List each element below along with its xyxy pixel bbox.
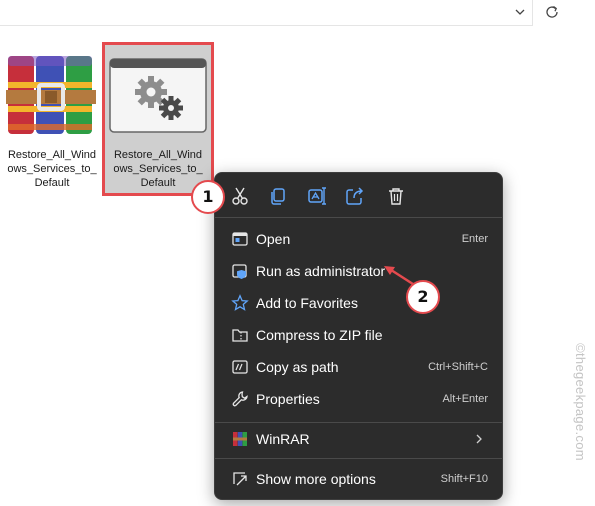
chevron-right-icon <box>476 434 482 444</box>
menu-item-label: Show more options <box>256 471 376 487</box>
rename-icon[interactable] <box>306 185 328 207</box>
menu-divider <box>215 217 502 218</box>
menu-divider <box>215 422 502 423</box>
menu-divider <box>215 458 502 459</box>
menu-item-label: WinRAR <box>256 431 310 447</box>
file-label: Restore_All_Wind ows_Services_to_ Defaul… <box>2 148 102 190</box>
file-label-line: Restore_All_Wind <box>113 149 203 161</box>
menu-item-shortcut: Enter <box>461 233 488 245</box>
file-label-line: Restore_All_Wind <box>7 149 97 161</box>
watermark: ©thegeekpage.com <box>568 312 588 492</box>
star-icon <box>231 294 249 311</box>
callout-badge-1: 1 <box>191 180 225 214</box>
menu-item-shortcut: Shift+F10 <box>440 473 488 485</box>
menu-item-shortcut: Ctrl+Shift+C <box>428 361 488 373</box>
file-label-line: ows_Services_to_ <box>7 163 97 175</box>
callout-badge-2: 2 <box>406 280 440 314</box>
batch-file-gear-icon <box>109 58 207 133</box>
menu-item-show-more-options[interactable]: Show more options Shift+F10 <box>221 464 496 494</box>
menu-item-label: Copy as path <box>256 359 339 375</box>
menu-item-add-to-favorites[interactable]: Add to Favorites <box>221 288 496 318</box>
file-label-line: Default <box>34 177 70 189</box>
address-bar-area <box>0 0 595 28</box>
shield-icon <box>232 264 247 279</box>
refresh-icon[interactable] <box>543 3 561 21</box>
menu-item-label: Open <box>256 231 291 247</box>
wrench-icon <box>232 391 248 407</box>
more-options-icon <box>233 472 247 486</box>
menu-item-compress-to-zip[interactable]: Compress to ZIP file <box>221 320 496 350</box>
menu-item-label: Add to Favorites <box>256 295 358 311</box>
copy-path-icon <box>232 360 248 374</box>
menu-item-winrar[interactable]: WinRAR <box>221 424 496 454</box>
menu-item-shortcut: Alt+Enter <box>442 393 488 405</box>
file-label-line: ows_Services_to_ <box>113 163 203 175</box>
watermark-text: ©thegeekpage.com <box>573 343 588 461</box>
menu-item-label: Compress to ZIP file <box>256 327 383 343</box>
cut-icon[interactable] <box>229 185 251 207</box>
winrar-archive-icon <box>6 56 96 134</box>
address-bar[interactable] <box>0 0 533 26</box>
menu-item-label: Run as administrator <box>256 263 386 279</box>
menu-item-properties[interactable]: Properties Alt+Enter <box>221 384 496 414</box>
winrar-icon <box>233 432 247 446</box>
menu-item-label: Properties <box>256 391 320 407</box>
quick-actions-row <box>215 183 502 209</box>
share-icon[interactable] <box>344 185 366 207</box>
menu-item-open[interactable]: Open Enter <box>221 224 496 254</box>
open-icon <box>232 232 248 246</box>
menu-item-run-as-administrator[interactable]: Run as administrator <box>221 256 496 286</box>
delete-icon[interactable] <box>385 185 407 207</box>
chevron-down-icon[interactable] <box>512 4 528 20</box>
copy-icon[interactable] <box>267 185 289 207</box>
context-menu: Open Enter Run as administrator Add to F… <box>214 172 503 500</box>
zip-folder-icon <box>232 329 248 342</box>
menu-item-copy-as-path[interactable]: Copy as path Ctrl+Shift+C <box>221 352 496 382</box>
